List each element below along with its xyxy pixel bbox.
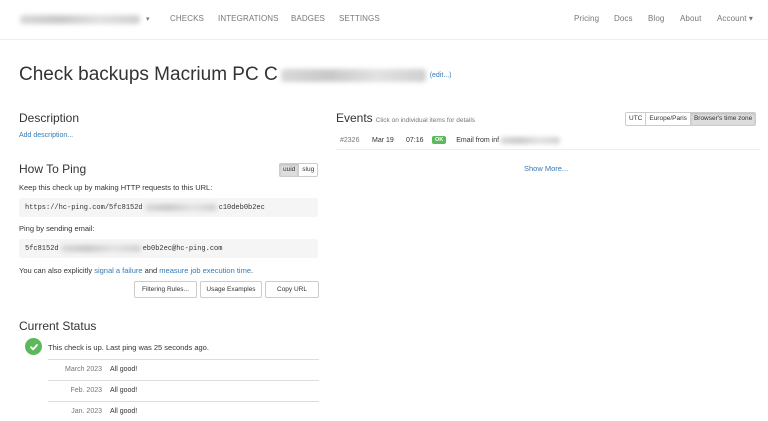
toggle-slug[interactable]: slug: [299, 164, 318, 176]
redacted-project-name: [20, 14, 140, 24]
project-selector[interactable]: ▾: [20, 11, 150, 27]
ping-email-prefix: 5fc8152d: [25, 244, 59, 253]
nav-integrations[interactable]: INTEGRATIONS: [218, 14, 279, 23]
timezone-utc[interactable]: UTC: [626, 113, 647, 125]
signal-failure-link[interactable]: signal a failure: [94, 266, 142, 275]
month-name: March 2023: [65, 365, 102, 373]
nav-blog[interactable]: Blog: [648, 14, 664, 23]
events-header: Events Click on individual items for det…: [336, 111, 475, 125]
event-id: #2326: [340, 136, 360, 144]
filtering-rules-button[interactable]: Filtering Rules...: [134, 281, 197, 298]
event-details: Email from inf: [456, 136, 500, 144]
edit-name-link[interactable]: (edit...): [430, 72, 452, 79]
redacted-email-sender: [500, 136, 561, 144]
timezone-browser[interactable]: Browser's time zone: [690, 113, 756, 125]
nav-about[interactable]: About: [680, 14, 701, 23]
month-status: All good!: [110, 386, 138, 394]
check-title-text: Check backups Macrium PC C: [19, 64, 278, 85]
timezone-switcher: UTC Europe/Paris Browser's time zone: [625, 112, 757, 126]
ping-email-suffix: eb0b2ec@hc-ping.com: [142, 244, 223, 253]
month-status: All good!: [110, 407, 138, 415]
redacted-url-part: [144, 204, 217, 211]
status-text: This check is up. Last ping was 25 secon…: [48, 343, 209, 352]
page-title: Check backups Macrium PC C (edit...): [19, 64, 452, 86]
show-more-link[interactable]: Show More...: [524, 164, 568, 173]
status-month-row: Feb. 2023 All good!: [48, 380, 319, 399]
timezone-europe-paris[interactable]: Europe/Paris: [646, 113, 691, 125]
current-status-heading: Current Status: [19, 319, 97, 333]
explicit-ping-sentence: You can also explicitly signal a failure…: [19, 266, 253, 275]
how-to-ping-heading: How To Ping: [19, 162, 87, 176]
chevron-down-icon: ▾: [146, 16, 150, 23]
ping-url-box[interactable]: https://hc-ping.com/5fc8152d c10deb0b2ec: [19, 198, 318, 217]
usage-examples-button[interactable]: Usage Examples: [200, 281, 262, 298]
nav-docs[interactable]: Docs: [614, 14, 633, 23]
copy-url-button[interactable]: Copy URL: [265, 281, 319, 298]
top-navbar: ▾ CHECKS INTEGRATIONS BADGES SETTINGS Pr…: [0, 0, 768, 40]
explicit-and: and: [144, 266, 158, 275]
month-name: Feb. 2023: [70, 386, 102, 394]
description-heading: Description: [19, 111, 80, 125]
redacted-email-part: [60, 245, 141, 252]
toggle-uuid[interactable]: uuid: [280, 164, 300, 176]
events-heading: Events: [336, 111, 373, 125]
nav-account[interactable]: Account ▾: [717, 14, 753, 23]
redacted-title-part: [280, 68, 426, 82]
explicit-suffix: .: [251, 266, 254, 275]
add-description-link[interactable]: Add description...: [19, 132, 73, 139]
ping-url-prefix: https://hc-ping.com/5fc8152d: [25, 203, 143, 212]
event-time: 07:16: [406, 136, 424, 144]
explicit-prefix: You can also explicitly: [19, 266, 93, 275]
nav-settings[interactable]: SETTINGS: [339, 14, 380, 23]
ping-email-box[interactable]: 5fc8152d eb0b2ec@hc-ping.com: [19, 239, 318, 258]
ping-url-suffix: c10deb0b2ec: [218, 203, 265, 212]
events-subheading: Click on individual items for details: [375, 117, 476, 124]
ok-badge: OK: [432, 136, 447, 144]
check-up-icon: [25, 338, 42, 355]
ping-url-intro: Keep this check up by making HTTP reques…: [19, 183, 213, 192]
month-name: Jan. 2023: [71, 407, 102, 415]
ping-email-intro: Ping by sending email:: [19, 224, 95, 233]
nav-badges[interactable]: BADGES: [291, 14, 325, 23]
nav-pricing[interactable]: Pricing: [574, 14, 599, 23]
measure-time-link[interactable]: measure job execution time: [159, 266, 251, 275]
status-month-row: March 2023 All good!: [48, 359, 319, 378]
nav-checks[interactable]: CHECKS: [170, 14, 204, 23]
uuid-slug-toggle: uuid slug: [279, 163, 319, 177]
month-status: All good!: [110, 365, 138, 373]
event-row[interactable]: #2326 Mar 19 07:16 OK Email from inf: [336, 131, 760, 150]
status-month-row: Jan. 2023 All good!: [48, 401, 319, 420]
event-date: Mar 19: [372, 136, 394, 144]
